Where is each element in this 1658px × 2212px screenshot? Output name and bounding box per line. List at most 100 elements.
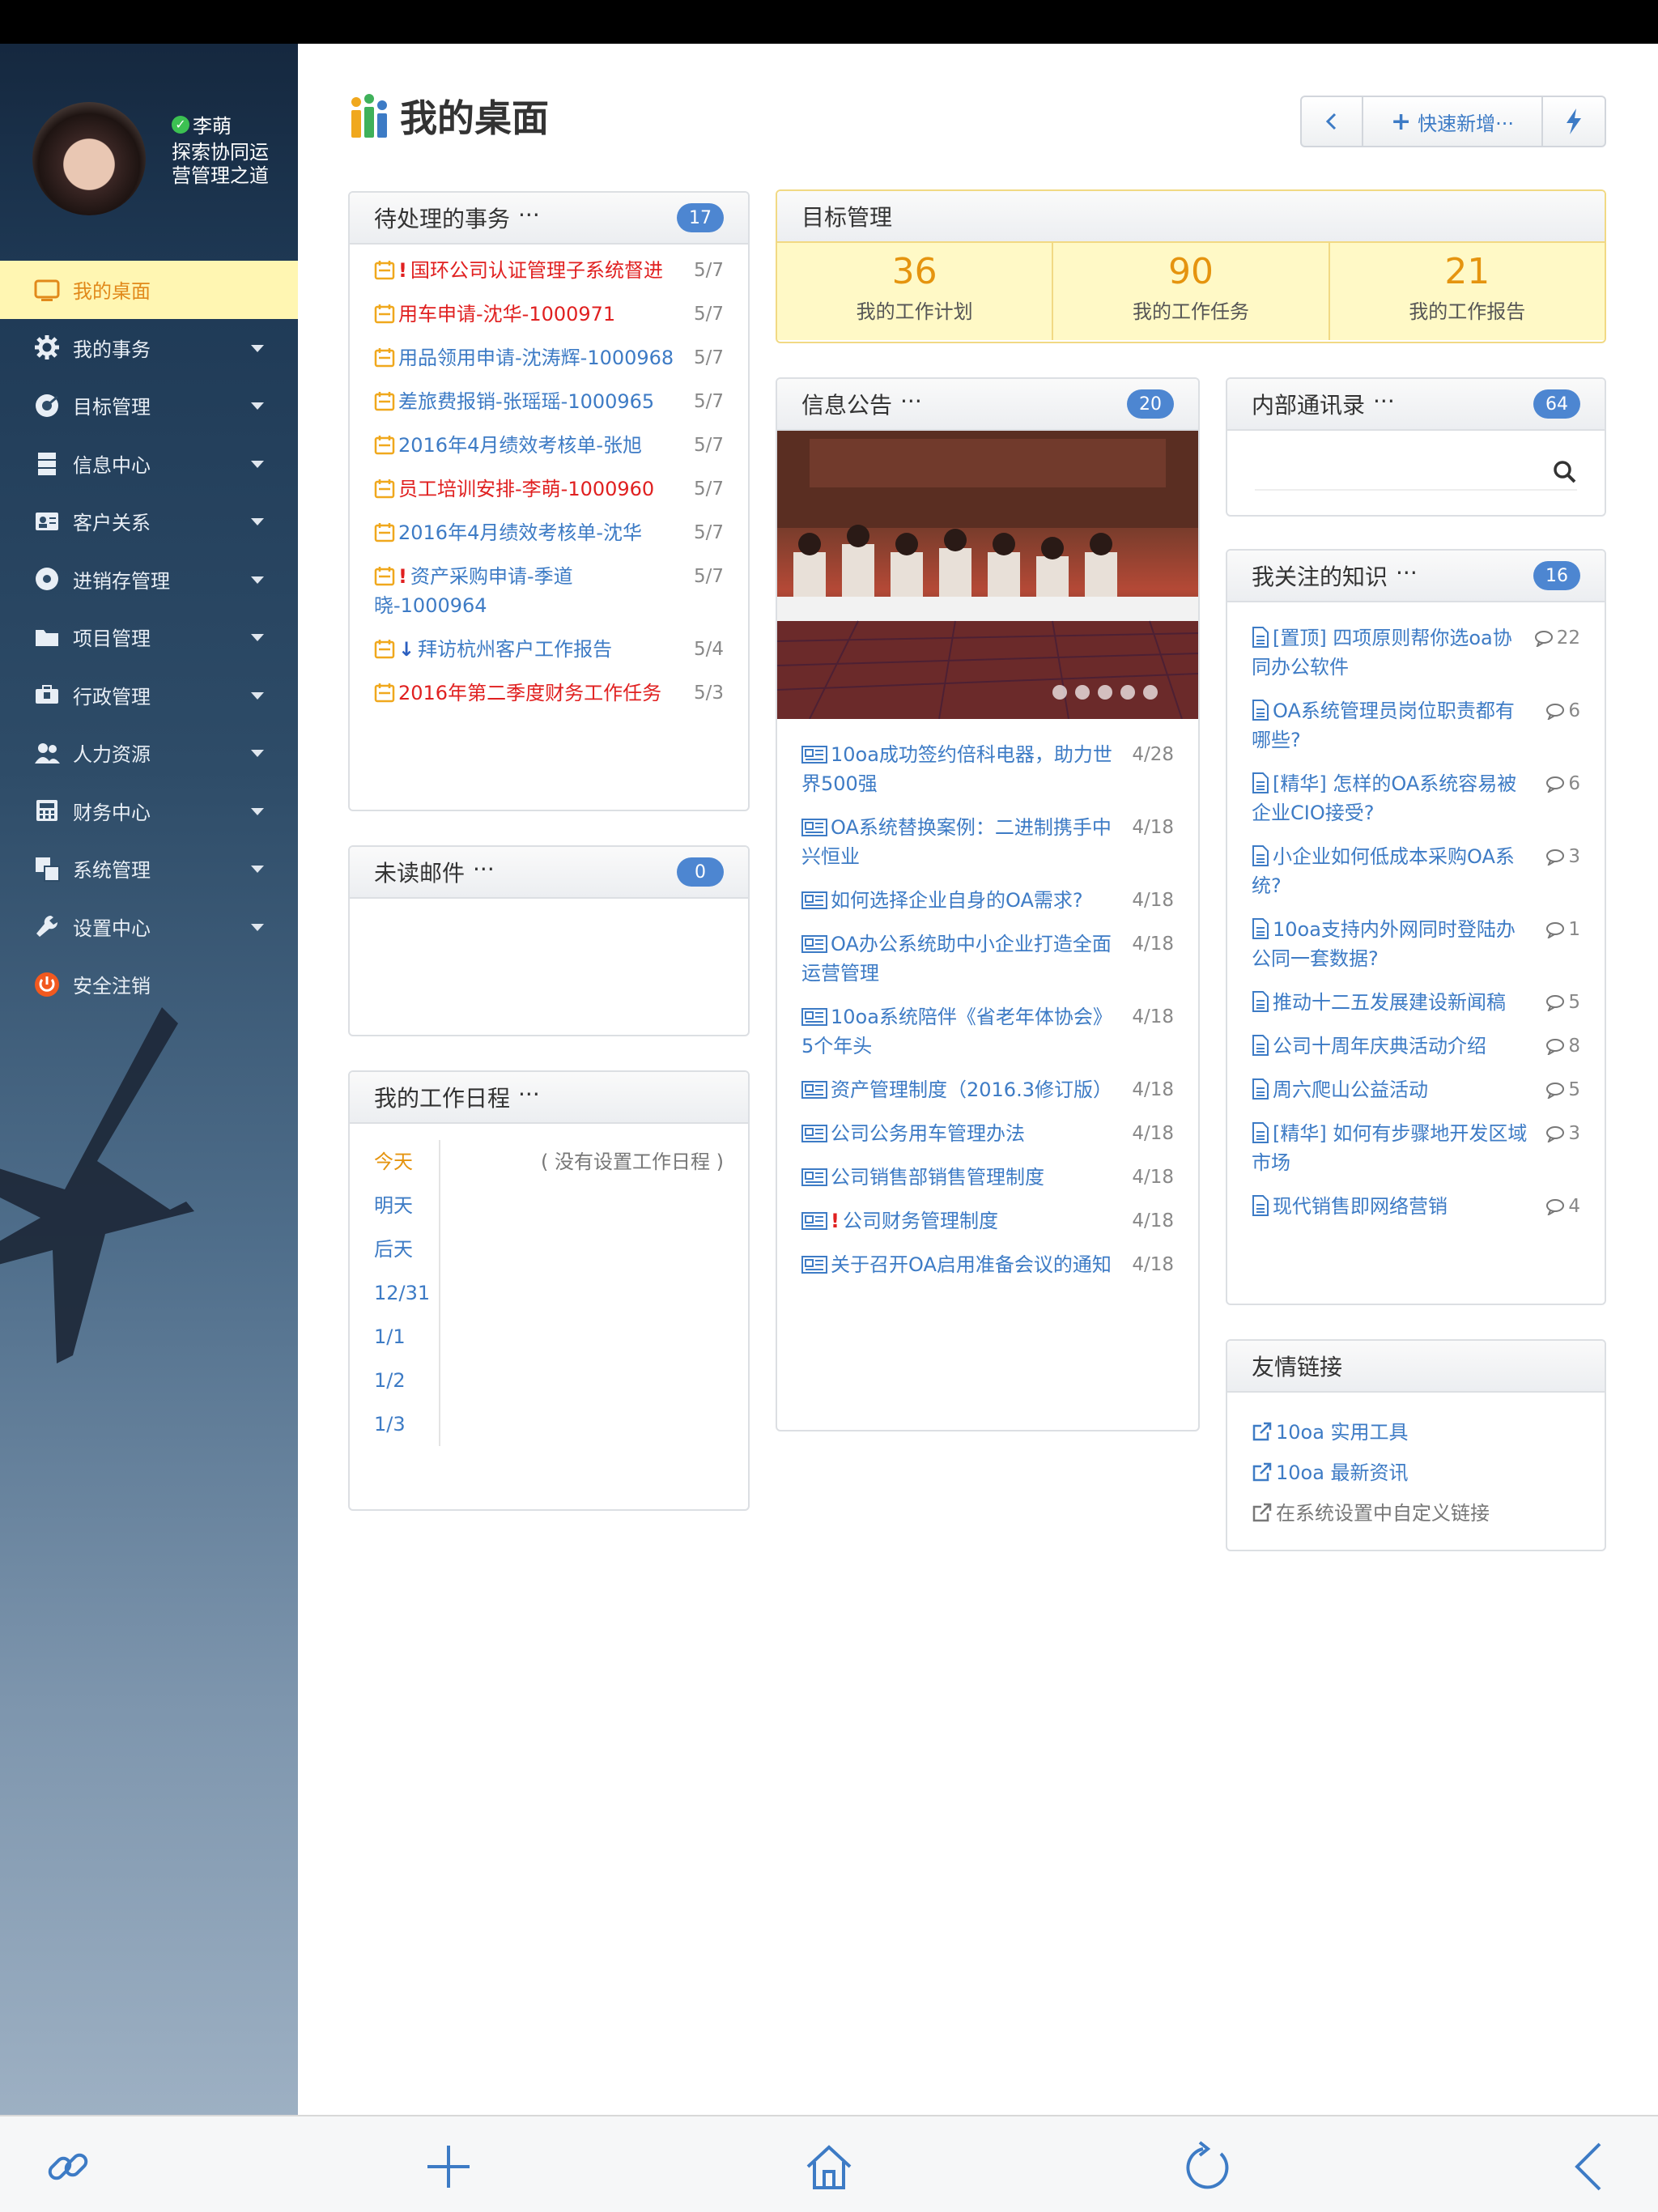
friend-link[interactable]: 在系统设置中自定义链接	[1252, 1493, 1580, 1534]
schedule-day[interactable]: 今天	[374, 1140, 439, 1184]
knowledge-row[interactable]: 10oa支持内外网同时登陆办公同一套数据? 1	[1252, 915, 1580, 973]
back-button[interactable]	[1302, 97, 1363, 146]
notice-item-text[interactable]: OA系统替换案例：二进制携手中兴恒业	[801, 813, 1132, 871]
knowledge-row[interactable]: 周六爬山公益活动 5	[1252, 1075, 1580, 1104]
notice-item-text[interactable]: 资产管理制度（2016.3修订版）	[801, 1075, 1132, 1104]
knowledge-item-text[interactable]: 现代销售即网络营销	[1252, 1192, 1545, 1221]
todo-item-text[interactable]: 2016年4月绩效考核单-沈华	[374, 518, 694, 547]
todo-item-text[interactable]: 2016年4月绩效考核单-张旭	[374, 431, 694, 460]
avatar[interactable]	[32, 102, 146, 215]
notice-row[interactable]: ! 公司财务管理制度 4/18	[801, 1206, 1174, 1236]
sidebar-item-2[interactable]: 目标管理	[0, 376, 298, 435]
friend-link[interactable]: 10oa 最新资讯	[1252, 1453, 1580, 1493]
sidebar-item-6[interactable]: 项目管理	[0, 608, 298, 666]
todo-row[interactable]: 用车申请-沈华-1000971 5/7	[374, 300, 724, 329]
todo-item-text[interactable]: ! 资产采购申请-季道晓-1000964	[374, 562, 694, 620]
notice-row[interactable]: 如何选择企业自身的OA需求? 4/18	[801, 886, 1174, 915]
todo-row[interactable]: ! 国环公司认证管理子系统督进 5/7	[374, 256, 724, 285]
sidebar-item-10[interactable]: 系统管理	[0, 840, 298, 898]
knowledge-row[interactable]: 公司十周年庆典活动介绍 8	[1252, 1032, 1580, 1061]
schedule-day[interactable]: 明天	[374, 1184, 439, 1227]
sidebar-item-12[interactable]: 安全注销	[0, 955, 298, 1014]
sidebar-item-8[interactable]: 人力资源	[0, 724, 298, 782]
notices-more[interactable]: ···	[900, 388, 922, 420]
knowledge-row[interactable]: [精华] 怎样的OA系统容易被企业CIO接受? 6	[1252, 769, 1580, 827]
notice-item-text[interactable]: 公司销售部销售管理制度	[801, 1163, 1132, 1192]
sidebar-item-3[interactable]: 信息中心	[0, 435, 298, 493]
user-profile[interactable]: ✓ 李萌 探索协同运营管理之道	[32, 102, 291, 223]
todo-item-text[interactable]: 用品领用申请-沈涛辉-1000968	[374, 343, 694, 372]
notice-item-text[interactable]: OA办公系统助中小企业打造全面运营管理	[801, 929, 1132, 988]
goal-stat[interactable]: 21 我的工作报告	[1330, 243, 1605, 340]
knowledge-row[interactable]: 小企业如何低成本采购OA系统? 3	[1252, 842, 1580, 900]
notice-row[interactable]: 关于召开OA启用准备会议的通知 4/18	[801, 1250, 1174, 1279]
notice-item-text[interactable]: 如何选择企业自身的OA需求?	[801, 886, 1132, 915]
knowledge-item-text[interactable]: 公司十周年庆典活动介绍	[1252, 1032, 1545, 1061]
friend-link[interactable]: 10oa 实用工具	[1252, 1412, 1580, 1453]
mail-more[interactable]: ···	[473, 856, 495, 888]
todo-row[interactable]: ↓ 拜访杭州客户工作报告 5/4	[374, 635, 724, 664]
notice-row[interactable]: 公司销售部销售管理制度 4/18	[801, 1163, 1174, 1192]
knowledge-item-text[interactable]: [置顶] 四项原则帮你选oa协同办公软件	[1252, 623, 1534, 682]
knowledge-item-text[interactable]: 小企业如何低成本采购OA系统?	[1252, 842, 1545, 900]
todo-item-text[interactable]: 用车申请-沈华-1000971	[374, 300, 694, 329]
knowledge-item-text[interactable]: OA系统管理员岗位职责都有哪些?	[1252, 696, 1545, 755]
goal-stat[interactable]: 36 我的工作计划	[777, 243, 1054, 340]
knowledge-item-text[interactable]: 10oa支持内外网同时登陆办公同一套数据?	[1252, 915, 1545, 973]
todo-row[interactable]: 差旅费报销-张瑶瑶-1000965 5/7	[374, 387, 724, 416]
sidebar-item-5[interactable]: 进销存管理	[0, 551, 298, 609]
todo-row[interactable]: 2016年4月绩效考核单-沈华 5/7	[374, 518, 724, 547]
todo-item-text[interactable]: 2016年第二季度财务工作任务	[374, 678, 694, 708]
schedule-day[interactable]: 1/2	[374, 1359, 439, 1402]
notice-row[interactable]: 公司公务用车管理办法 4/18	[801, 1119, 1174, 1148]
todo-row[interactable]: 2016年第二季度财务工作任务 5/3	[374, 678, 724, 708]
knowledge-row[interactable]: [精华] 如何有步骤地开发区域市场 3	[1252, 1119, 1580, 1177]
home-icon[interactable]	[803, 2141, 855, 2193]
notice-row[interactable]: OA办公系统助中小企业打造全面运营管理 4/18	[801, 929, 1174, 988]
notice-row[interactable]: OA系统替换案例：二进制携手中兴恒业 4/18	[801, 813, 1174, 871]
todo-item-text[interactable]: 员工培训安排-李萌-1000960	[374, 474, 694, 504]
notice-item-text[interactable]: 公司公务用车管理办法	[801, 1119, 1132, 1148]
knowledge-more[interactable]: ···	[1396, 559, 1418, 592]
notice-item-text[interactable]: 关于召开OA启用准备会议的通知	[801, 1250, 1132, 1279]
todo-row[interactable]: 员工培训安排-李萌-1000960 5/7	[374, 474, 724, 504]
todo-row[interactable]: 用品领用申请-沈涛辉-1000968 5/7	[374, 343, 724, 372]
knowledge-row[interactable]: OA系统管理员岗位职责都有哪些? 6	[1252, 696, 1580, 755]
contacts-more[interactable]: ···	[1373, 388, 1395, 420]
contacts-search-input[interactable]	[1255, 456, 1553, 488]
link-icon[interactable]	[42, 2141, 94, 2193]
todo-item-text[interactable]: 差旅费报销-张瑶瑶-1000965	[374, 387, 694, 416]
sidebar-item-0[interactable]: 我的桌面	[0, 261, 298, 319]
knowledge-row[interactable]: [置顶] 四项原则帮你选oa协同办公软件 22	[1252, 623, 1580, 682]
sidebar-item-9[interactable]: 财务中心	[0, 782, 298, 840]
notice-item-text[interactable]: ! 公司财务管理制度	[801, 1206, 1132, 1236]
knowledge-row[interactable]: 推动十二五发展建设新闻稿 5	[1252, 988, 1580, 1017]
sidebar-item-4[interactable]: 客户关系	[0, 492, 298, 551]
todo-item-text[interactable]: ↓ 拜访杭州客户工作报告	[374, 635, 694, 664]
notice-row[interactable]: 10oa系统陪伴《省老年体协会》5个年头 4/18	[801, 1002, 1174, 1061]
sidebar-item-1[interactable]: 我的事务	[0, 319, 298, 377]
knowledge-item-text[interactable]: [精华] 怎样的OA系统容易被企业CIO接受?	[1252, 769, 1545, 827]
back-arrow-icon[interactable]	[1564, 2141, 1616, 2193]
notice-carousel-photo[interactable]	[777, 431, 1198, 719]
notice-item-text[interactable]: 10oa系统陪伴《省老年体协会》5个年头	[801, 1002, 1132, 1061]
quick-add-button[interactable]: + 快速新增···	[1363, 97, 1543, 146]
notice-row[interactable]: 10oa成功签约倍科电器，助力世界500强 4/28	[801, 740, 1174, 798]
knowledge-item-text[interactable]: [精华] 如何有步骤地开发区域市场	[1252, 1119, 1545, 1177]
notice-row[interactable]: 资产管理制度（2016.3修订版） 4/18	[801, 1075, 1174, 1104]
knowledge-row[interactable]: 现代销售即网络营销 4	[1252, 1192, 1580, 1221]
knowledge-item-text[interactable]: 周六爬山公益活动	[1252, 1075, 1545, 1104]
carousel-dots[interactable]	[1052, 685, 1158, 700]
schedule-day[interactable]: 1/1	[374, 1315, 439, 1359]
schedule-day[interactable]: 1/3	[374, 1402, 439, 1446]
schedule-more[interactable]: ···	[518, 1081, 540, 1113]
knowledge-item-text[interactable]: 推动十二五发展建设新闻稿	[1252, 988, 1545, 1017]
schedule-day[interactable]: 后天	[374, 1227, 439, 1271]
goal-stat[interactable]: 90 我的工作任务	[1053, 243, 1330, 340]
todo-item-text[interactable]: ! 国环公司认证管理子系统督进	[374, 256, 694, 285]
lightning-button[interactable]	[1543, 97, 1605, 146]
sidebar-item-11[interactable]: 设置中心	[0, 898, 298, 956]
todo-more[interactable]: ···	[518, 202, 540, 234]
sidebar-item-7[interactable]: 行政管理	[0, 666, 298, 725]
schedule-day[interactable]: 12/31	[374, 1271, 439, 1315]
